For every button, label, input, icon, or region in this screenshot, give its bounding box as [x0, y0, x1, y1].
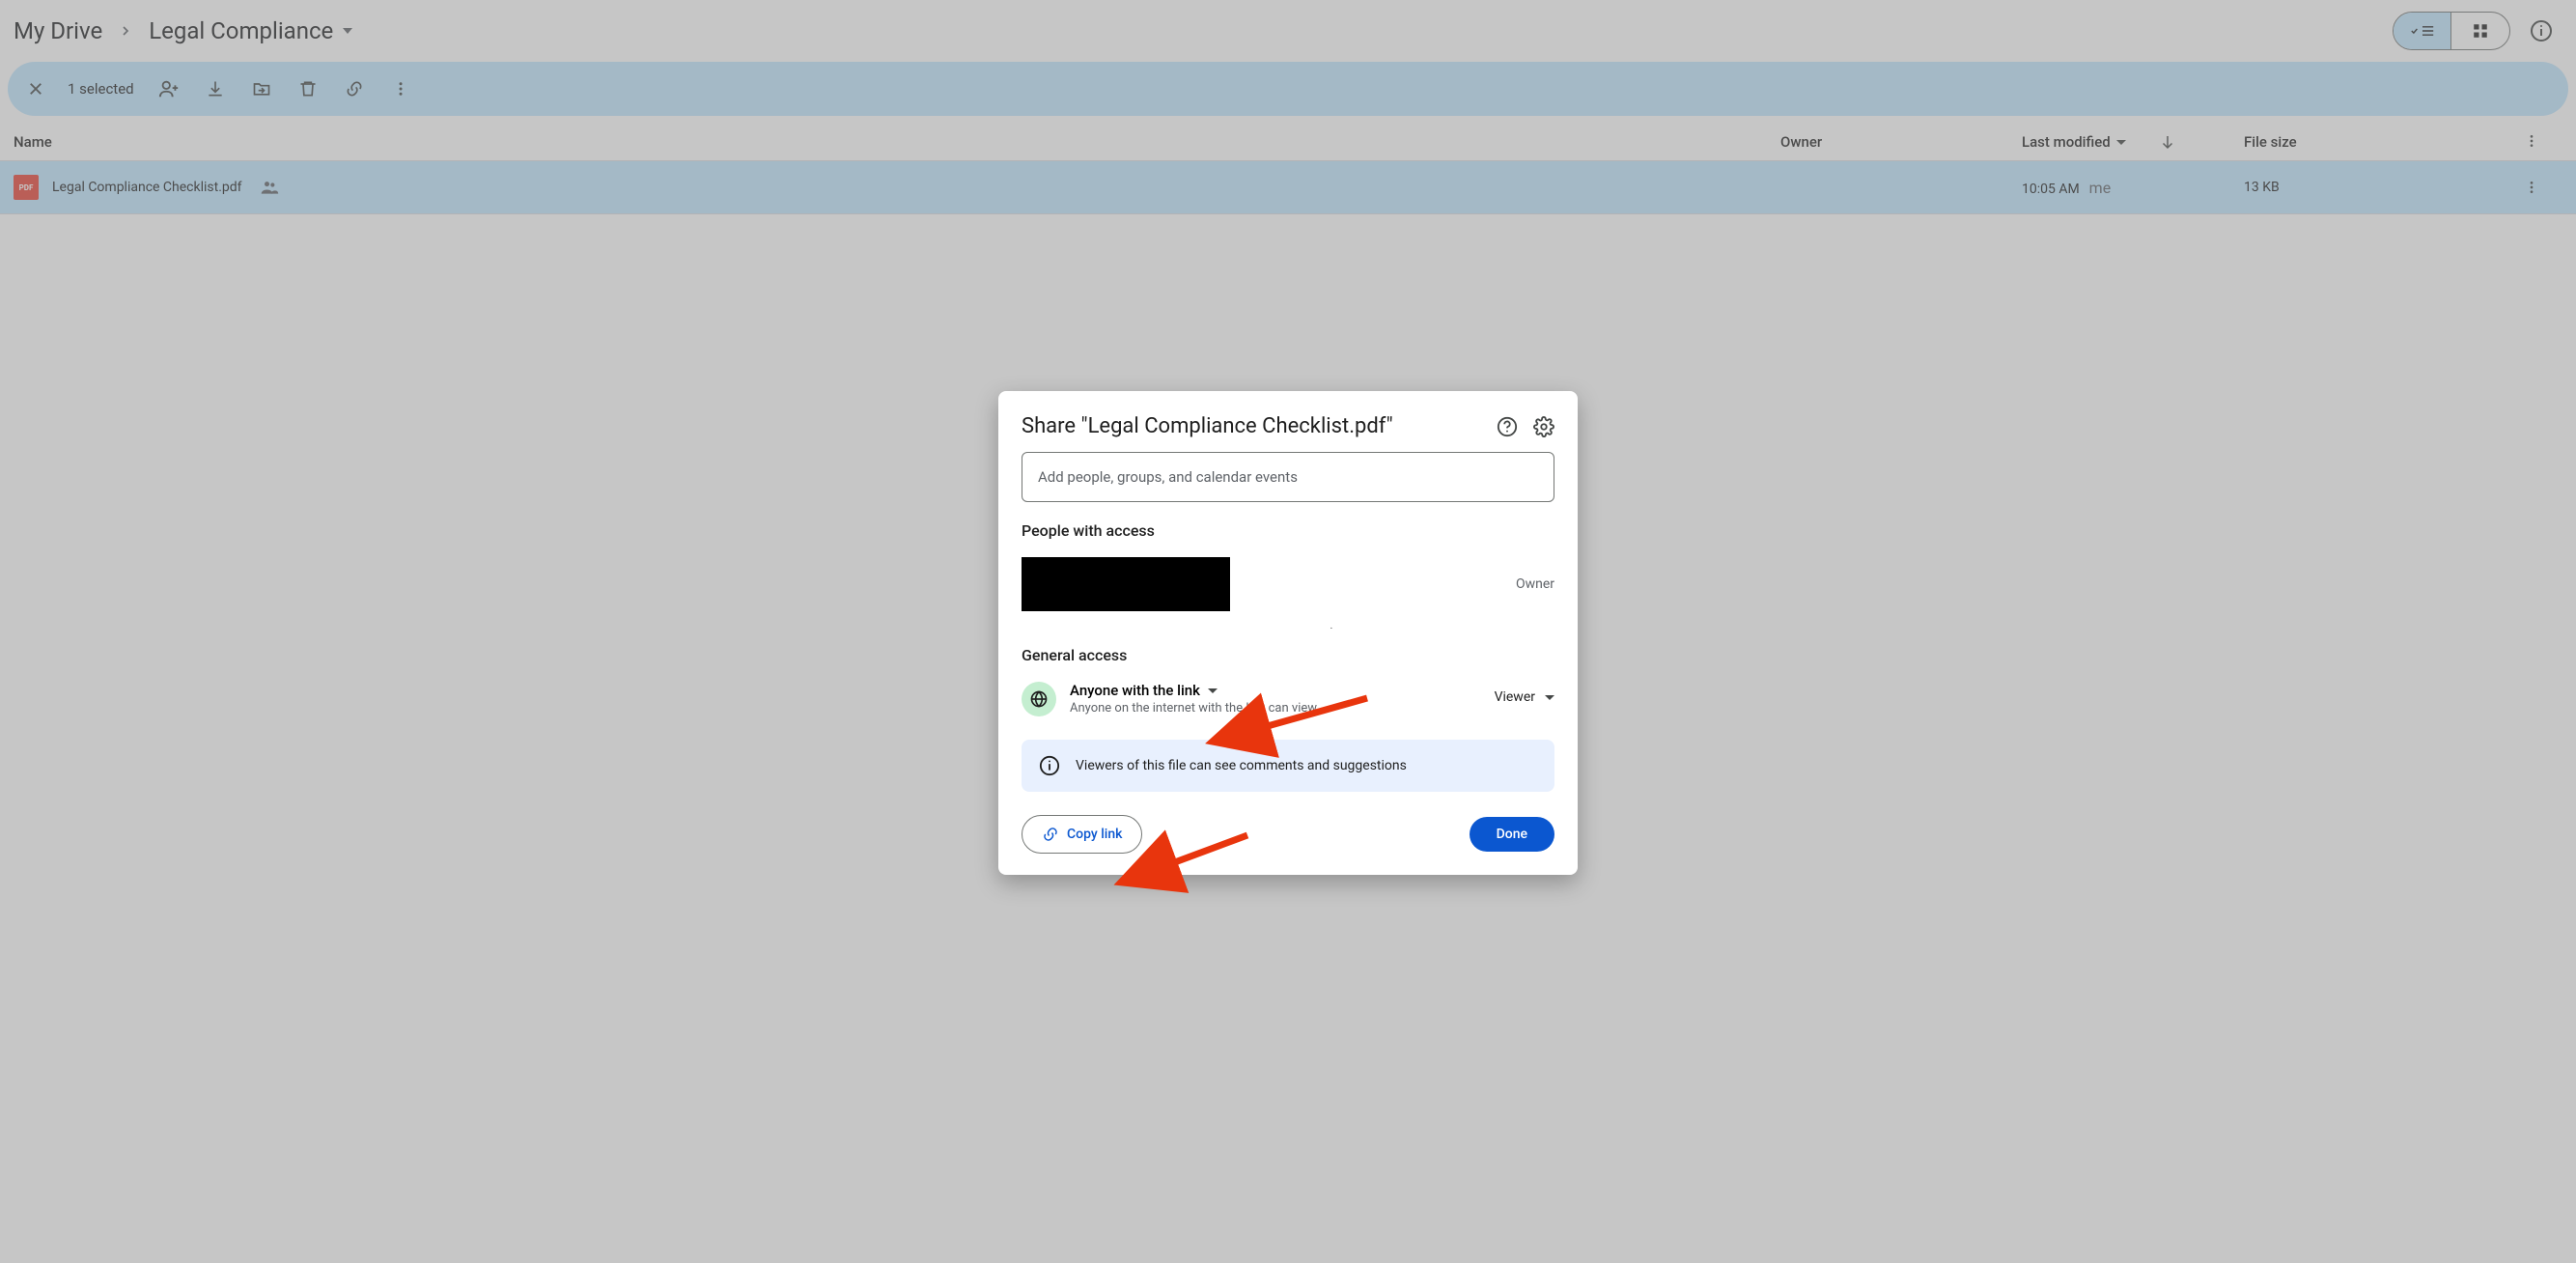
done-button[interactable]: Done [1470, 817, 1554, 852]
access-scope-label: Anyone with the link [1070, 682, 1200, 699]
notice-text: Viewers of this file can see comments an… [1076, 758, 1407, 773]
copy-link-button[interactable]: Copy link [1022, 815, 1142, 854]
owner-info-redacted [1022, 557, 1230, 611]
caret-down-icon [1208, 688, 1218, 693]
help-icon[interactable] [1497, 416, 1518, 437]
info-icon [1039, 755, 1060, 776]
general-access-label: General access [1022, 646, 1554, 664]
copy-link-label: Copy link [1067, 827, 1122, 842]
role-label: Viewer [1495, 689, 1535, 705]
add-people-input[interactable]: Add people, groups, and calendar events [1022, 452, 1554, 502]
share-dialog: Share "Legal Compliance Checklist.pdf" A… [998, 391, 1578, 875]
caret-down-icon [1545, 695, 1554, 700]
role-dropdown[interactable]: Viewer [1495, 689, 1554, 705]
gear-icon[interactable] [1533, 416, 1554, 437]
notice-banner: Viewers of this file can see comments an… [1022, 740, 1554, 792]
globe-icon [1022, 682, 1056, 716]
link-icon [1042, 826, 1059, 843]
access-scope-dropdown[interactable]: Anyone with the link [1070, 682, 1317, 699]
people-with-access-label: People with access [1022, 521, 1554, 540]
owner-role: Owner [1516, 576, 1554, 592]
access-description: Anyone on the internet with the link can… [1070, 701, 1317, 716]
dot-indicator: . [1022, 621, 1554, 627]
dialog-title: Share "Legal Compliance Checklist.pdf" [1022, 414, 1393, 438]
